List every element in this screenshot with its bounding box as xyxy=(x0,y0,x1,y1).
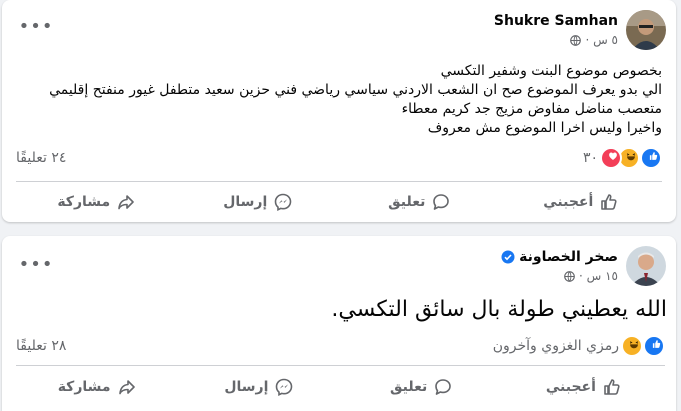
like-button[interactable]: أعجبني xyxy=(503,369,665,405)
more-icon: ••• xyxy=(18,253,54,275)
author-name[interactable]: Shukre Samhan xyxy=(494,12,618,30)
author-name[interactable]: صخر الخصاونة xyxy=(519,248,618,266)
post-line: واخيرا وليس اخرا الموضوع مش معروف xyxy=(427,120,662,136)
post-line: الي بدو يعرف الموضوع صح ان الشعب الاردني… xyxy=(49,82,662,98)
reactions-summary[interactable]: ٣٠ xyxy=(583,147,662,169)
like-button[interactable]: أعجبني xyxy=(501,184,663,220)
send-label: إرسال xyxy=(224,379,269,395)
post-text: بخصوص موضوع البنت وشفير التكسي الي بدو ي… xyxy=(12,62,662,138)
post-meta: ٥ س · xyxy=(494,32,618,48)
comment-label: تعليق xyxy=(390,379,428,395)
comment-icon xyxy=(435,379,452,395)
globe-icon xyxy=(570,34,582,46)
post-header: Shukre Samhan ٥ س · xyxy=(494,8,666,52)
share-icon xyxy=(118,380,135,395)
share-label: مشاركة xyxy=(57,194,111,210)
author-info: Shukre Samhan ٥ س · xyxy=(494,12,618,48)
comment-count[interactable]: ٢٨ تعليقًا xyxy=(16,338,66,354)
reactors-names: رمزي الغزوي وآخرون xyxy=(492,338,619,354)
more-icon: ••• xyxy=(18,15,54,37)
like-icon xyxy=(643,335,665,357)
author-info: صخر الخصاونة ١٥ س · xyxy=(501,248,618,284)
comment-count[interactable]: ٢٤ تعليقًا xyxy=(16,150,66,166)
thumbs-up-icon xyxy=(604,379,620,395)
post-time[interactable]: ١٥ س · xyxy=(579,268,618,284)
share-icon xyxy=(118,195,134,210)
thumbs-up-icon xyxy=(601,194,617,210)
comment-label: تعليق xyxy=(388,194,426,210)
post-line: بخصوص موضوع البنت وشفير التكسي xyxy=(440,63,662,79)
messenger-icon xyxy=(274,193,292,211)
more-options-button[interactable]: ••• xyxy=(19,16,53,37)
post-stats: ٣٠ ٢٤ تعليقًا xyxy=(16,147,662,169)
share-button[interactable]: مشاركة xyxy=(16,184,178,220)
haha-icon xyxy=(621,335,643,357)
post-text: الله يعطيني طولة بال سائق التكسي. xyxy=(331,297,667,322)
action-bar: أعجبني تعليق إرسال مشاركة xyxy=(16,184,662,220)
divider xyxy=(16,181,662,182)
comment-button[interactable]: تعليق xyxy=(339,184,501,220)
divider xyxy=(16,365,665,366)
post-meta: ١٥ س · xyxy=(501,268,618,284)
verified-icon xyxy=(501,250,515,264)
action-bar: أعجبني تعليق إرسال مشاركة xyxy=(16,369,665,405)
like-label: أعجبني xyxy=(543,194,594,210)
send-label: إرسال xyxy=(223,194,268,210)
share-label: مشاركة xyxy=(57,379,111,395)
author-name-row: صخر الخصاونة xyxy=(501,248,618,266)
messenger-icon xyxy=(276,378,293,396)
more-options-button[interactable]: ••• xyxy=(19,254,53,275)
globe-icon xyxy=(564,270,575,282)
like-icon xyxy=(640,147,662,169)
post-header: صخر الخصاونة ١٥ س · xyxy=(501,244,666,288)
love-icon xyxy=(600,147,622,169)
author-avatar[interactable] xyxy=(626,246,666,286)
comment-button[interactable]: تعليق xyxy=(341,369,503,405)
send-button[interactable]: إرسال xyxy=(178,184,340,220)
comment-icon xyxy=(433,194,450,210)
send-button[interactable]: إرسال xyxy=(178,369,340,405)
post-card: Shukre Samhan ٥ س · ••• بخصوص موضوع البن… xyxy=(2,0,676,222)
reaction-count: ٣٠ xyxy=(582,150,598,166)
like-label: أعجبني xyxy=(545,379,596,395)
post-stats: رمزي الغزوي وآخرون ٢٨ تعليقًا xyxy=(16,335,665,357)
post-line: متعصب مناضل مفاوض مزيج جد كريم معطاء xyxy=(401,101,662,117)
author-avatar[interactable] xyxy=(626,10,666,50)
reactions-summary[interactable]: رمزي الغزوي وآخرون xyxy=(493,335,665,357)
post-time[interactable]: ٥ س · xyxy=(585,32,618,48)
share-button[interactable]: مشاركة xyxy=(16,369,178,405)
